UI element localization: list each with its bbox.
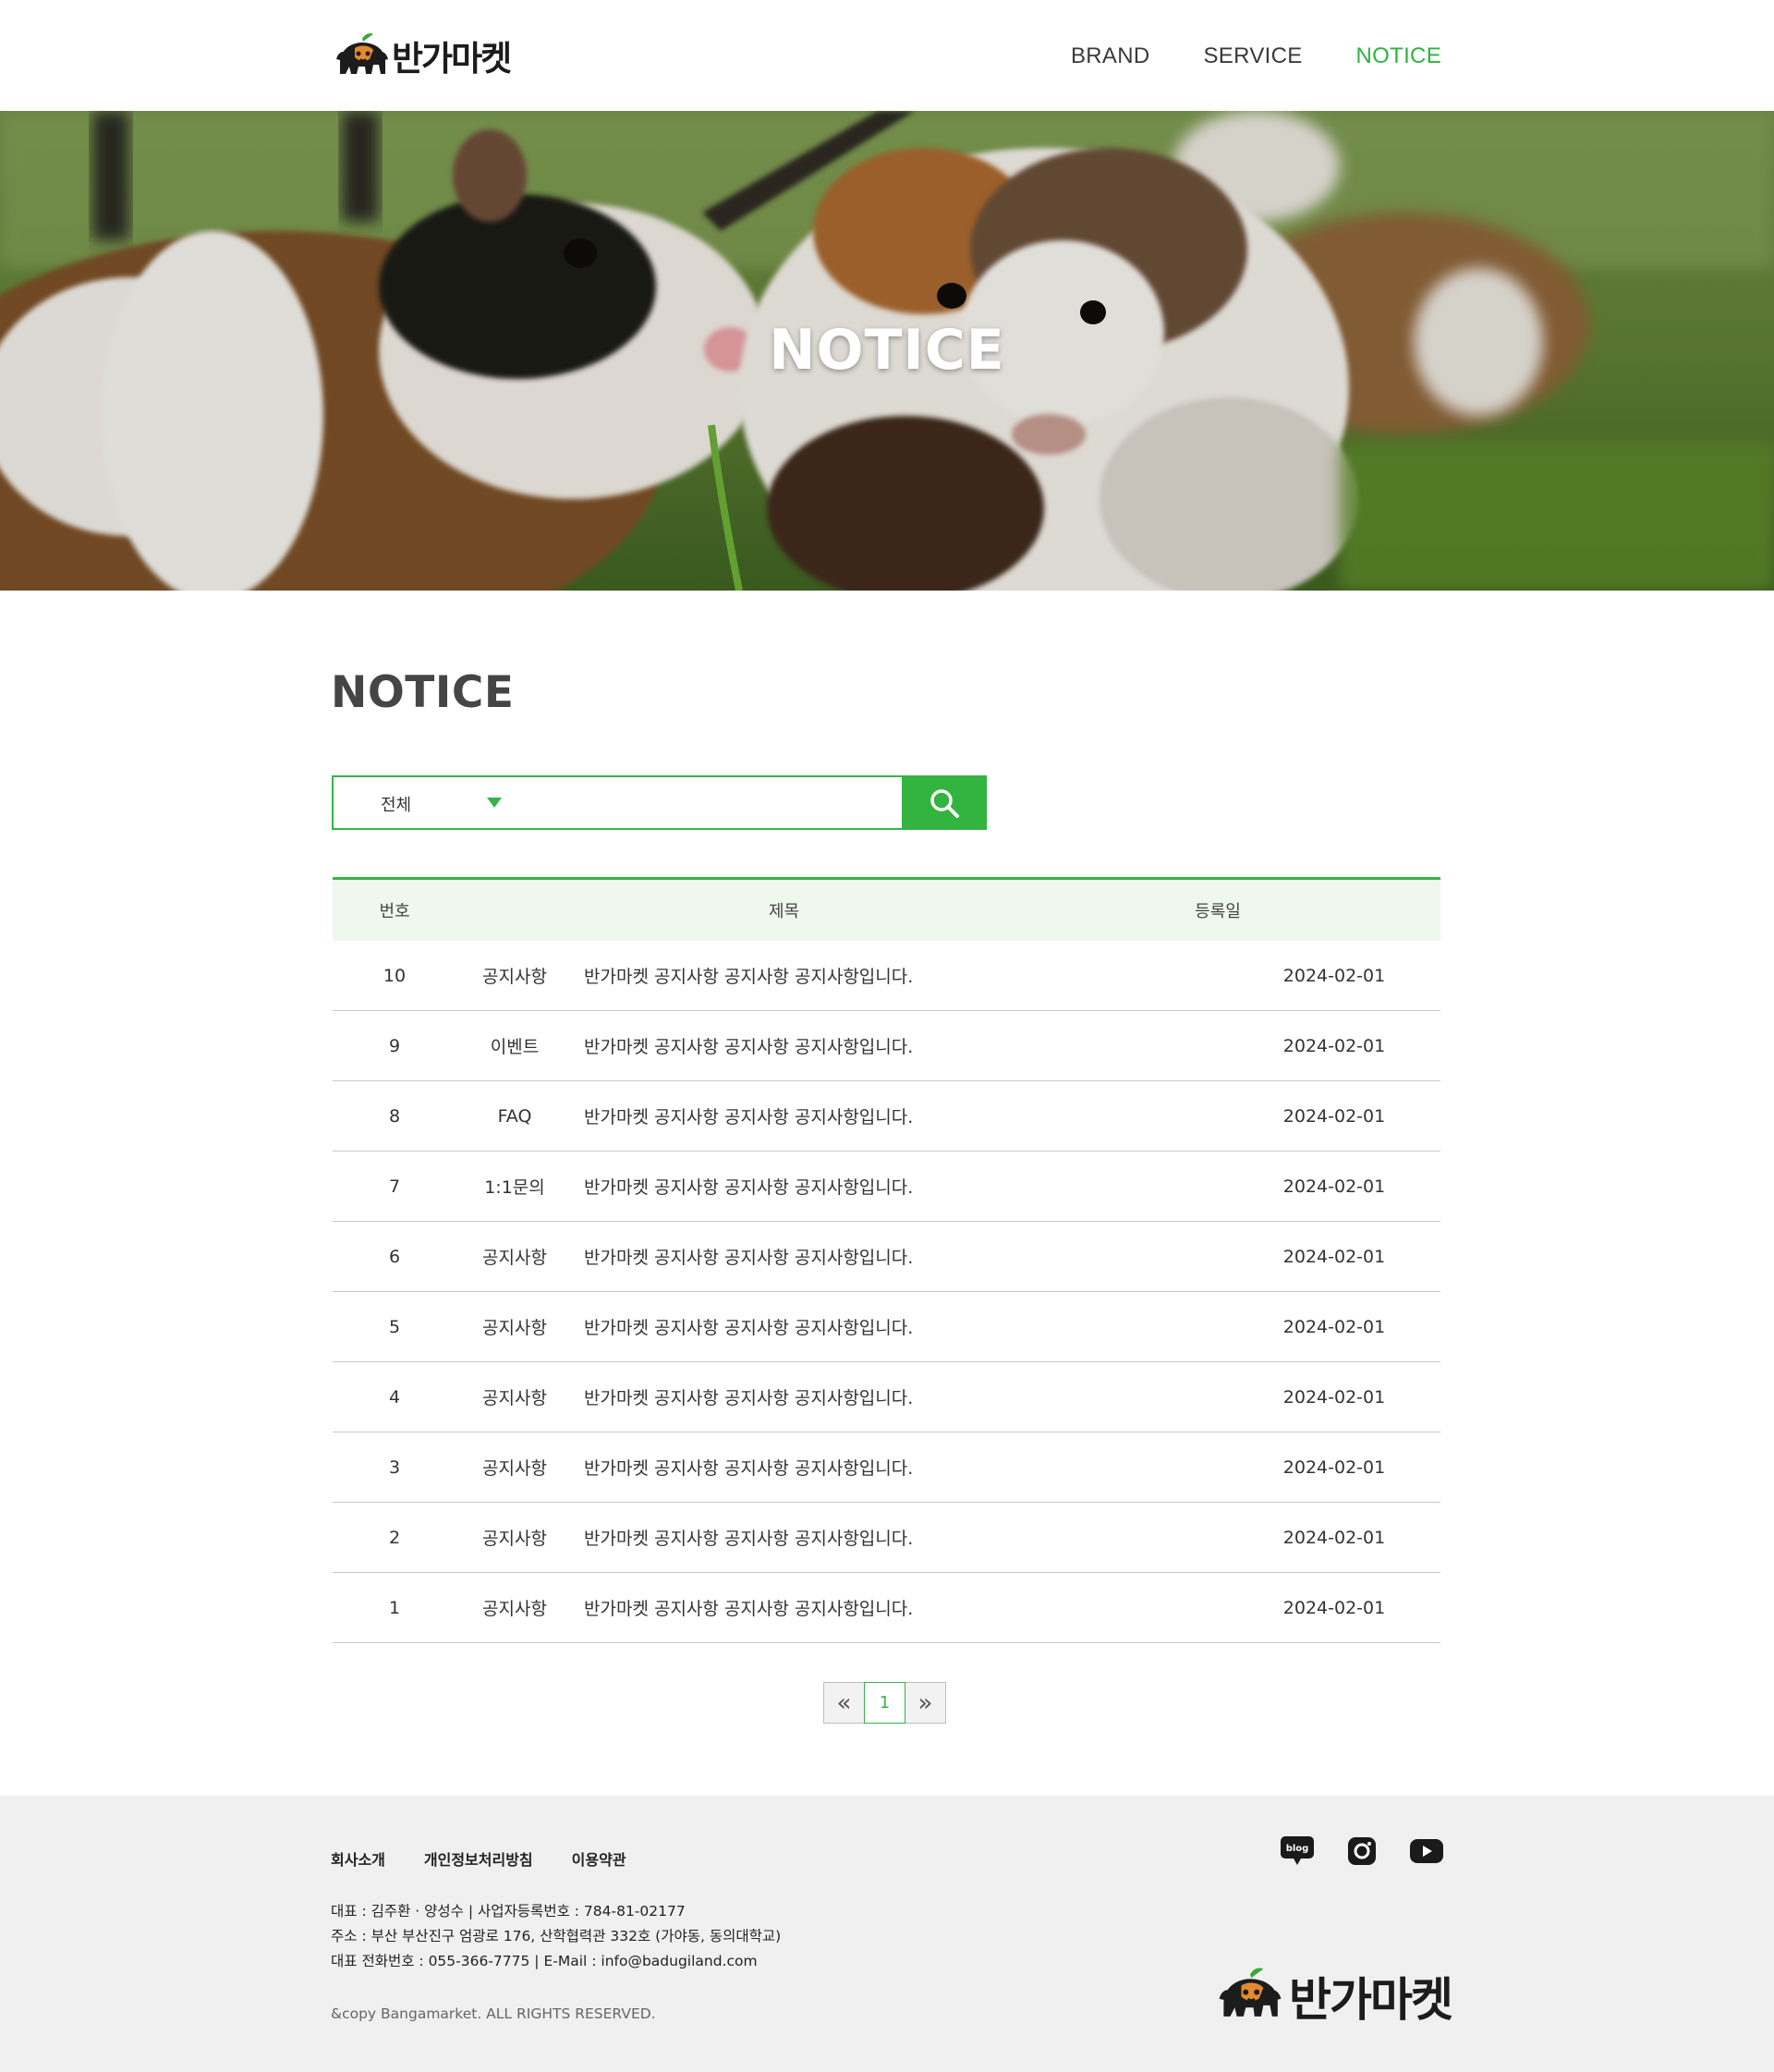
table-row[interactable]: 6 공지사항 반가마켓 공지사항 공지사항 공지사항입니다. 2024-02-01	[333, 1222, 1440, 1292]
table-row[interactable]: 1 공지사항 반가마켓 공지사항 공지사항 공지사항입니다. 2024-02-01	[333, 1573, 1440, 1643]
search-bar: 전체	[332, 775, 987, 830]
row-number: 4	[388, 1386, 401, 1408]
site-header: 반가마켓 BRAND SERVICE NOTICE	[0, 0, 1774, 111]
blog-icon[interactable]: blog	[1281, 1836, 1314, 1866]
row-title[interactable]: 반가마켓 공지사항 공지사항 공지사항입니다.	[573, 1314, 1228, 1339]
row-date: 2024-02-01	[1282, 1456, 1386, 1478]
pagination: « 1 »	[823, 1682, 946, 1724]
row-title[interactable]: 반가마켓 공지사항 공지사항 공지사항입니다.	[573, 963, 1228, 988]
row-date: 2024-02-01	[1282, 1105, 1386, 1127]
row-category: 공지사항	[482, 1529, 547, 1549]
row-category: 이벤트	[490, 1037, 540, 1057]
row-date: 2024-02-01	[1282, 1035, 1386, 1056]
page-title: NOTICE	[331, 667, 515, 718]
nav-service[interactable]: SERVICE	[1204, 43, 1303, 69]
row-title[interactable]: 반가마켓 공지사항 공지사항 공지사항입니다.	[573, 1525, 1228, 1550]
footer-company-info: 대표 : 김주환 · 양성수 | 사업자등록번호 : 784-81-02177 …	[331, 1899, 781, 1974]
pagination-prev-button[interactable]: «	[823, 1682, 865, 1724]
row-number: 10	[383, 965, 407, 986]
footer-info-contact: 대표 전화번호 : 055-366-7775 | E-Mail : info@b…	[331, 1953, 758, 1969]
row-number: 1	[388, 1597, 401, 1618]
guinea-pig-logo-icon	[334, 31, 390, 79]
site-logo[interactable]: 반가마켓	[334, 31, 512, 79]
table-row[interactable]: 3 공지사항 반가마켓 공지사항 공지사항 공지사항입니다. 2024-02-01	[333, 1432, 1440, 1503]
pagination-next-button[interactable]: »	[905, 1682, 946, 1724]
table-row[interactable]: 8 FAQ 반가마켓 공지사항 공지사항 공지사항입니다. 2024-02-01	[333, 1081, 1440, 1152]
row-number: 9	[388, 1035, 401, 1056]
row-title[interactable]: 반가마켓 공지사항 공지사항 공지사항입니다.	[573, 1033, 1228, 1058]
table-body: 10 공지사항 반가마켓 공지사항 공지사항 공지사항입니다. 2024-02-01 9…	[333, 941, 1440, 1643]
nav-brand[interactable]: BRAND	[1071, 43, 1150, 69]
table-row[interactable]: 4 공지사항 반가마켓 공지사항 공지사항 공지사항입니다. 2024-02-01	[333, 1362, 1440, 1432]
header-title: 제목	[768, 902, 800, 921]
footer-info-address: 주소 : 부산 부산진구 엄광로 176, 산학협력관 332호 (가야동, 동…	[331, 1928, 782, 1944]
row-date: 2024-02-01	[1282, 1176, 1386, 1197]
footer-sns: blog	[1281, 1836, 1443, 1866]
table-row[interactable]: 5 공지사항 반가마켓 공지사항 공지사항 공지사항입니다. 2024-02-01	[333, 1292, 1440, 1362]
row-number: 2	[388, 1527, 401, 1548]
instagram-icon[interactable]	[1345, 1836, 1379, 1866]
row-title[interactable]: 반가마켓 공지사항 공지사항 공지사항입니다.	[573, 1103, 1228, 1128]
search-button[interactable]	[902, 775, 987, 830]
table-row[interactable]: 2 공지사항 반가마켓 공지사항 공지사항 공지사항입니다. 2024-02-01	[333, 1503, 1440, 1573]
row-category: 공지사항	[482, 1388, 547, 1408]
footer-link-about[interactable]: 회사소개	[331, 1847, 385, 1870]
row-number: 6	[388, 1246, 401, 1267]
guinea-pig-logo-icon	[1213, 1966, 1287, 2027]
row-title[interactable]: 반가마켓 공지사항 공지사항 공지사항입니다.	[573, 1455, 1228, 1480]
footer-info-ceo: 대표 : 김주환 · 양성수 | 사업자등록번호 : 784-81-02177	[331, 1903, 686, 1920]
row-number: 3	[388, 1456, 401, 1478]
footer-link-terms[interactable]: 이용약관	[572, 1847, 626, 1870]
row-category: 공지사항	[482, 1458, 547, 1479]
row-category: 공지사항	[482, 1599, 547, 1619]
header-date: 등록일	[1195, 902, 1241, 921]
hero-title: NOTICE	[769, 318, 1005, 383]
table-row[interactable]: 10 공지사항 반가마켓 공지사항 공지사항 공지사항입니다. 2024-02-01	[333, 941, 1440, 1011]
svg-text:blog: blog	[1286, 1844, 1309, 1854]
row-category: 공지사항	[482, 1318, 547, 1338]
row-number: 7	[388, 1176, 401, 1197]
row-title[interactable]: 반가마켓 공지사항 공지사항 공지사항입니다.	[573, 1384, 1228, 1409]
row-title[interactable]: 반가마켓 공지사항 공지사항 공지사항입니다.	[573, 1174, 1228, 1199]
footer-links: 회사소개 개인정보처리방침 이용약관	[331, 1847, 626, 1870]
row-date: 2024-02-01	[1282, 965, 1386, 986]
header-number: 번호	[379, 902, 410, 921]
notice-table: 번호 제목 등록일 10 공지사항 반가마켓 공지사항 공지사항 공지사항입니다. 2…	[333, 877, 1440, 1643]
row-title[interactable]: 반가마켓 공지사항 공지사항 공지사항입니다.	[573, 1244, 1228, 1269]
category-select[interactable]: 전체	[334, 777, 902, 828]
row-date: 2024-02-01	[1282, 1527, 1386, 1548]
row-date: 2024-02-01	[1282, 1386, 1386, 1408]
search-icon	[930, 788, 959, 818]
row-date: 2024-02-01	[1282, 1597, 1386, 1618]
row-number: 5	[388, 1316, 401, 1337]
nav-notice[interactable]: NOTICE	[1356, 43, 1441, 69]
footer-copyright: &copy Bangamarket. ALL RIGHTS RESERVED.	[331, 2005, 656, 2022]
row-category: FAQ	[497, 1105, 532, 1127]
category-select-value: 전체	[381, 796, 412, 815]
brand-name: 반가마켓	[392, 39, 512, 79]
pagination-page-1[interactable]: 1	[864, 1682, 905, 1724]
hero-banner: NOTICE	[0, 111, 1774, 591]
row-title[interactable]: 반가마켓 공지사항 공지사항 공지사항입니다.	[573, 1595, 1228, 1620]
youtube-icon[interactable]	[1410, 1836, 1443, 1866]
row-date: 2024-02-01	[1282, 1316, 1386, 1337]
row-category: 공지사항	[482, 1248, 547, 1268]
table-header: 번호 제목 등록일	[333, 877, 1440, 941]
footer-brand-name: 반가마켓	[1289, 1973, 1453, 2027]
footer-link-privacy[interactable]: 개인정보처리방침	[424, 1847, 533, 1870]
site-footer: 회사소개 개인정보처리방침 이용약관 대표 : 김주환 · 양성수 | 사업자등…	[0, 1796, 1774, 2072]
table-row[interactable]: 9 이벤트 반가마켓 공지사항 공지사항 공지사항입니다. 2024-02-01	[333, 1011, 1440, 1081]
row-number: 8	[388, 1105, 401, 1127]
row-category: 1:1문의	[484, 1177, 545, 1198]
table-row[interactable]: 7 1:1문의 반가마켓 공지사항 공지사항 공지사항입니다. 2024-02-01	[333, 1152, 1440, 1222]
footer-logo: 반가마켓	[1213, 1963, 1453, 2029]
row-date: 2024-02-01	[1282, 1246, 1386, 1267]
main-nav: BRAND SERVICE NOTICE	[1071, 43, 1441, 69]
row-category: 공지사항	[482, 967, 547, 987]
chevron-down-icon	[487, 798, 502, 808]
